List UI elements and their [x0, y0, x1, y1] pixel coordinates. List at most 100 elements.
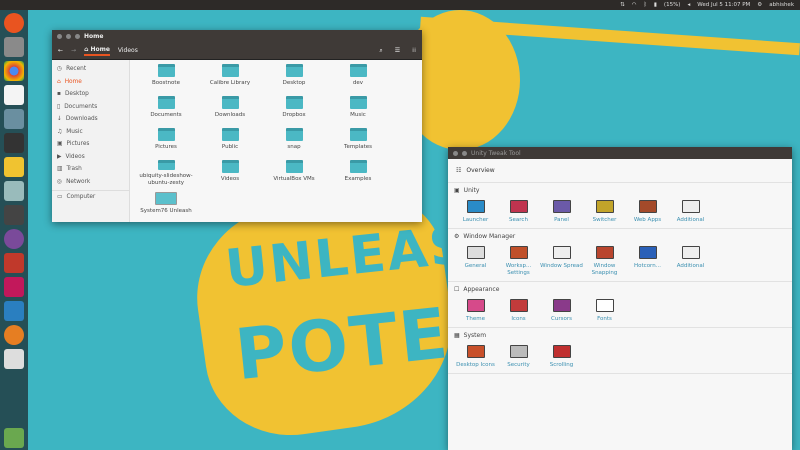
volume-icon[interactable]: ◂ [687, 2, 690, 8]
slack-launcher-icon[interactable] [4, 349, 24, 369]
sidebar-item-desktop[interactable]: ▪ Desktop [52, 88, 129, 101]
tweak-item-launcher[interactable]: Launcher [454, 200, 497, 224]
bluetooth-icon[interactable]: ᛒ [644, 2, 647, 8]
sidebar-item-home[interactable]: ⌂ Home [52, 76, 129, 89]
file-item[interactable]: ubiquity-slideshow-ubuntu-zesty [134, 160, 198, 187]
close-button[interactable] [57, 33, 62, 39]
firefox-launcher-icon[interactable] [4, 325, 24, 345]
idea-launcher-icon[interactable] [4, 157, 24, 177]
wifi-icon[interactable]: ◠ [632, 2, 637, 8]
title-bar: Home [52, 30, 422, 42]
tweak-item-general[interactable]: General [454, 246, 497, 277]
text-editor-launcher-icon[interactable] [4, 85, 24, 105]
file-item[interactable]: System76 Unleash [134, 192, 198, 219]
file-label: Public [221, 144, 239, 150]
sidebar-item-downloads[interactable]: ↓ Downloads [52, 113, 129, 126]
close-button[interactable] [453, 150, 458, 156]
sidebar-item-recent[interactable]: ◷ Recent [52, 63, 129, 76]
eclipse-launcher-icon[interactable] [4, 229, 24, 249]
ubuntu-dash-icon[interactable] [4, 13, 24, 33]
tweak-item-worksp-settings[interactable]: Worksp... Settings [497, 246, 540, 277]
file-item[interactable]: Desktop [262, 64, 326, 91]
file-item[interactable]: Videos [198, 160, 262, 187]
tweak-item-label: Window Snapping [591, 263, 618, 276]
maximize-button[interactable] [75, 33, 80, 39]
tweak-item-window-snapping[interactable]: Window Snapping [583, 246, 626, 277]
app-launcher-icon[interactable] [4, 181, 24, 201]
view-options-icon[interactable]: ☰ [395, 47, 400, 55]
sidebar-item-music[interactable]: ♫ Music [52, 126, 129, 139]
file-item[interactable]: Music [326, 96, 390, 123]
sidebar-item-videos[interactable]: ▶ Videos [52, 151, 129, 164]
file-item[interactable]: Public [198, 128, 262, 155]
video-launcher-icon[interactable] [4, 253, 24, 273]
tweak-item-label: Desktop Icons [456, 362, 495, 368]
tweak-item-fonts[interactable]: Fonts [583, 299, 626, 323]
overview-icon: ☷ [456, 167, 462, 174]
user-name[interactable]: abhishek [769, 2, 794, 8]
tweak-item-desktop-icons[interactable]: Desktop Icons [454, 345, 497, 369]
file-item[interactable]: Examples [326, 160, 390, 187]
tweak-item-security[interactable]: Security [497, 345, 540, 369]
chrome-launcher-icon[interactable] [4, 61, 24, 81]
file-item[interactable]: Boostnote [134, 64, 198, 91]
additional-icon [681, 200, 700, 213]
search-icon[interactable]: ⌕ [379, 47, 382, 55]
sidebar-item-network[interactable]: ◎ Network [52, 176, 129, 189]
battery-percent[interactable]: (15%) [664, 2, 681, 8]
forward-button[interactable]: → [71, 47, 76, 54]
skype-launcher-icon[interactable] [4, 301, 24, 321]
file-item[interactable]: Documents [134, 96, 198, 123]
file-item[interactable]: Pictures [134, 128, 198, 155]
file-item[interactable]: VirtualBox VMs [262, 160, 326, 187]
file-item[interactable]: Dropbox [262, 96, 326, 123]
breadcrumb-home[interactable]: ⌂ Home [84, 46, 110, 56]
clock[interactable]: Wed Jul 5 11:07 PM [697, 2, 750, 8]
folder-icon [157, 128, 175, 141]
file-label: ubiquity-slideshow-ubuntu-zesty [139, 173, 193, 186]
inkscape-launcher-icon[interactable] [4, 205, 24, 225]
software-launcher-icon[interactable] [4, 109, 24, 129]
tweak-item-switcher[interactable]: Switcher [583, 200, 626, 224]
tweak-item-label: Additional [676, 217, 705, 223]
terminal-launcher-icon[interactable] [4, 133, 24, 153]
file-item[interactable]: Templates [326, 128, 390, 155]
network-icon[interactable]: ⇅ [620, 2, 625, 8]
trash-launcher-icon[interactable] [4, 428, 24, 448]
minimize-button[interactable] [66, 33, 71, 39]
gear-icon[interactable]: ⚙ [757, 2, 762, 8]
section-title: System [463, 332, 487, 339]
tweak-item-hotcorn[interactable]: Hotcorn... [626, 246, 669, 277]
file-label: Calibre Library [209, 80, 251, 86]
file-item[interactable]: dev [326, 64, 390, 91]
sidebar-item-documents[interactable]: ▯ Documents [52, 101, 129, 114]
tweak-item-panel[interactable]: Panel [540, 200, 583, 224]
overview-button[interactable]: ☷ Overview [448, 159, 792, 183]
tweak-item-cursors[interactable]: Cursors [540, 299, 583, 323]
sidebar-item-computer[interactable]: ▭ Computer [52, 190, 129, 203]
sidebar-item-pictures[interactable]: ▣ Pictures [52, 138, 129, 151]
back-button[interactable]: ← [58, 47, 63, 54]
tweak-item-additional[interactable]: Additional [669, 200, 712, 224]
tweak-item-additional[interactable]: Additional [669, 246, 712, 277]
file-item[interactable]: Calibre Library [198, 64, 262, 91]
file-item[interactable]: snap [262, 128, 326, 155]
additional-icon [681, 246, 700, 259]
tweak-item-window-spread[interactable]: Window Spread [540, 246, 583, 277]
tweak-item-theme[interactable]: Theme [454, 299, 497, 323]
desktop-icons-icon [466, 345, 485, 358]
tweak-item-web-apps[interactable]: Web Apps [626, 200, 669, 224]
tweak-item-scrolling[interactable]: Scrolling [540, 345, 583, 369]
tweak-item-search[interactable]: Search [497, 200, 540, 224]
grid-view-icon[interactable]: ⁞⁞ [412, 47, 416, 55]
battery-icon[interactable]: ▮ [654, 2, 657, 8]
tweak-item-icons[interactable]: Icons [497, 299, 540, 323]
breadcrumb-videos[interactable]: Videos [118, 47, 138, 54]
folder-icon [155, 192, 177, 205]
tweak-item-label: Launcher [462, 217, 489, 223]
minimize-button[interactable] [462, 150, 467, 156]
files-launcher-icon[interactable] [4, 37, 24, 57]
tweak-launcher-icon[interactable] [4, 277, 24, 297]
file-item[interactable]: Downloads [198, 96, 262, 123]
sidebar-item-trash[interactable]: ▥ Trash [52, 163, 129, 176]
